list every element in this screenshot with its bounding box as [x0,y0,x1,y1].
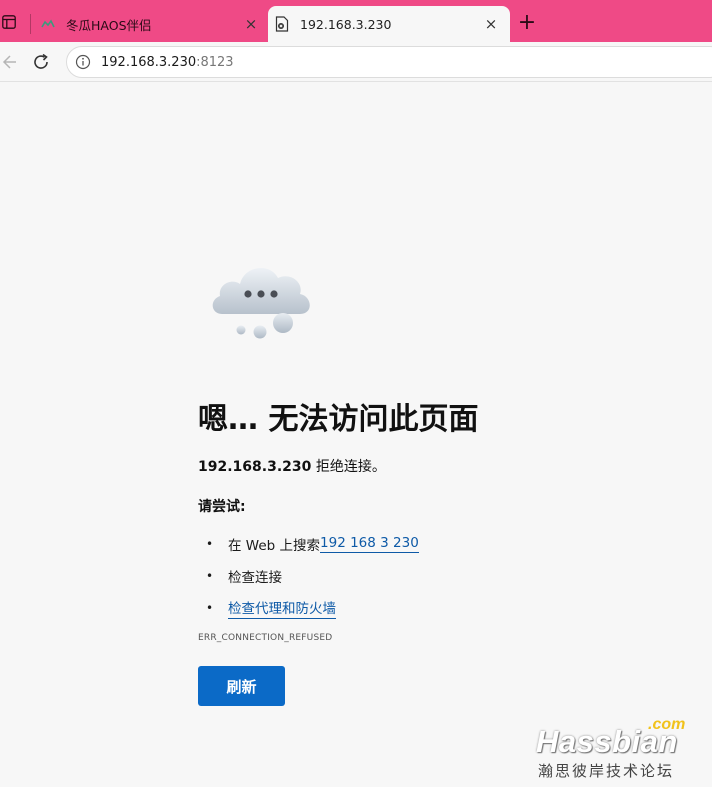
url-host: 192.168.3.230 [101,54,197,70]
close-tab-icon[interactable]: × [482,15,500,33]
tab-current[interactable]: 192.168.3.230 × [268,6,510,42]
reload-icon[interactable] [30,51,52,73]
list-item: • 检查代理和防火墙 [206,592,419,624]
cloud-error-icon [208,258,316,342]
check-proxy-firewall-link[interactable]: 检查代理和防火墙 [228,597,336,619]
haos-favicon-icon [40,16,56,32]
error-message-text: 拒绝连接。 [311,459,386,475]
suggestion-text: 在 Web 上搜索 [228,538,321,554]
address-bar[interactable]: 192.168.3.230:8123 [66,46,712,78]
tab-bar: 冬瓜HAOS伴侣 × 192.168.3.230 × + [0,0,712,42]
try-label: 请尝试: [198,499,246,515]
close-tab-icon[interactable]: × [242,15,260,33]
back-arrow-icon[interactable] [0,52,16,72]
search-web-link[interactable]: 192 168 3 230 [320,535,419,553]
list-item: • 检查连接 [206,560,419,592]
tab-title: 冬瓜HAOS伴侣 [66,17,152,33]
tab-actions-icon[interactable] [0,12,18,32]
error-host: 192.168.3.230 [198,459,312,475]
url-port: :8123 [196,54,234,70]
url-text[interactable]: 192.168.3.230:8123 [101,55,234,70]
watermark-brand: Hassbian [536,724,678,759]
site-info-icon[interactable] [75,54,91,70]
watermark-logo: .com Hassbian 瀚思彼岸技术论坛 [530,716,700,782]
refresh-button[interactable]: 刷新 [198,666,285,706]
tab-haos[interactable]: 冬瓜HAOS伴侣 × [34,6,270,42]
suggestion-list: • 在 Web 上搜索 192 168 3 230 • 检查连接 • 检查代理和… [206,528,419,624]
suggestion-text: 检查连接 [228,570,282,586]
new-tab-button[interactable]: + [516,12,538,34]
error-heading: 嗯… 无法访问此页面 [198,402,479,437]
error-code: ERR_CONNECTION_REFUSED [198,633,333,643]
list-item: • 在 Web 上搜索 192 168 3 230 [206,535,419,554]
watermark-subtitle: 瀚思彼岸技术论坛 [538,762,675,780]
toolbar: 192.168.3.230:8123 [0,42,712,82]
page-error-favicon-icon [274,16,290,32]
error-message: 192.168.3.230 拒绝连接。 [198,456,386,476]
tab-title: 192.168.3.230 [300,16,392,32]
tab-separator [30,14,31,34]
